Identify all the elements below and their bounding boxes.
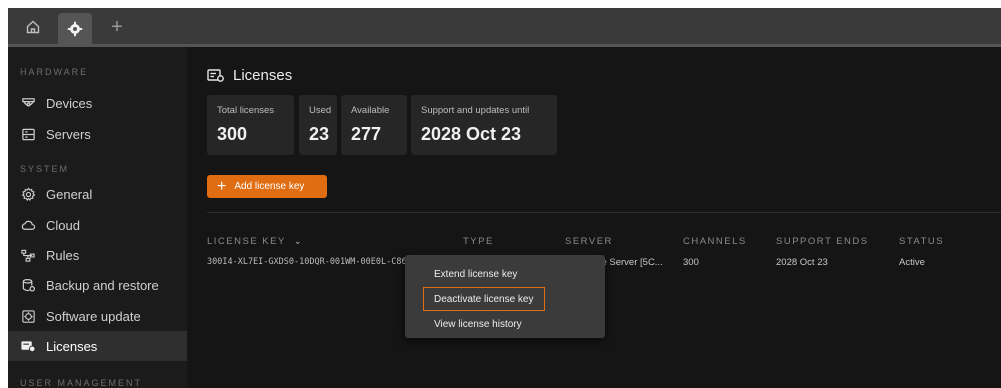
sidebar-item-label: Servers — [46, 126, 91, 142]
license-icon — [207, 68, 225, 84]
summary-label: Used — [309, 105, 332, 116]
cell-channels: 300 — [683, 257, 699, 268]
summary-label: Available — [351, 105, 390, 116]
column-license-key[interactable]: LICENSE KEY ⌄ — [207, 236, 303, 247]
page-title: Licenses — [207, 67, 292, 84]
section-hardware: HARDWARE — [20, 67, 89, 77]
cell-status: Active — [899, 257, 925, 268]
summary-card-used: Used 23 — [299, 95, 337, 155]
app-window: + HARDWARE Devices Servers SYSTEM Genera… — [8, 8, 1001, 388]
summary-value: 2028 Oct 23 — [421, 124, 522, 144]
section-user-management: USER MANAGEMENT — [20, 378, 143, 388]
sidebar-item-label: Rules — [46, 247, 80, 263]
gear-icon — [67, 21, 83, 36]
summary-value: 277 — [351, 124, 382, 144]
summary-card-available: Available 277 — [341, 95, 407, 155]
cell-license-key: 300I4-XL7EI-GXDS0-10DQR-001WM-00E0L-C86M… — [207, 257, 417, 267]
sidebar: HARDWARE Devices Servers SYSTEM General … — [8, 47, 187, 388]
add-license-key-label: Add license key — [234, 181, 305, 192]
summary-value: 300 — [217, 124, 248, 144]
chevron-down-icon: ⌄ — [293, 236, 304, 247]
menu-item-deactivate-license-key[interactable]: Deactivate license key — [423, 287, 545, 311]
summary-card-support: Support and updates until 2028 Oct 23 — [411, 95, 557, 155]
sidebar-item-label: Backup and restore — [46, 277, 159, 293]
sidebar-item-licenses[interactable]: Licenses — [8, 331, 187, 361]
server-icon — [20, 126, 36, 142]
sidebar-item-cloud[interactable]: Cloud — [8, 210, 187, 240]
page-title-text: Licenses — [233, 67, 293, 84]
summary-label: Total licenses — [217, 105, 275, 116]
sidebar-item-label: Devices — [46, 95, 93, 111]
gear-icon — [20, 186, 36, 202]
sidebar-item-software-update[interactable]: Software update — [8, 301, 187, 331]
tab-settings[interactable] — [58, 13, 92, 44]
section-system: SYSTEM — [20, 164, 70, 174]
update-icon — [20, 308, 36, 324]
context-menu: Extend license key Deactivate license ke… — [405, 255, 605, 338]
sidebar-item-servers[interactable]: Servers — [8, 119, 187, 149]
sidebar-item-backup[interactable]: Backup and restore — [8, 270, 187, 300]
summary-card-total: Total licenses 300 — [207, 95, 294, 155]
plus-icon: + — [217, 177, 227, 195]
column-type[interactable]: TYPE — [463, 236, 494, 247]
divider — [207, 212, 1001, 213]
summary-value: 23 — [309, 124, 330, 144]
sidebar-item-label: Cloud — [46, 217, 80, 233]
backup-icon — [20, 277, 36, 293]
camera-icon — [20, 95, 36, 111]
sidebar-item-label: Licenses — [46, 338, 98, 354]
column-status[interactable]: STATUS — [899, 236, 944, 247]
rules-icon — [20, 247, 36, 263]
home-icon — [26, 20, 40, 34]
column-support-ends[interactable]: SUPPORT ENDS — [776, 236, 869, 247]
tab-home[interactable] — [16, 13, 50, 41]
new-tab-button[interactable]: + — [100, 13, 134, 41]
license-icon — [20, 338, 36, 354]
sidebar-item-general[interactable]: General — [8, 179, 187, 209]
cell-support-ends: 2028 Oct 23 — [776, 257, 828, 268]
column-channels[interactable]: CHANNELS — [683, 236, 747, 247]
summary-label: Support and updates until — [421, 105, 530, 116]
menu-item-extend-license-key[interactable]: Extend license key — [405, 262, 605, 286]
sidebar-item-label: Software update — [46, 308, 141, 324]
column-server[interactable]: SERVER — [565, 236, 613, 247]
tab-bar: + — [8, 8, 1001, 47]
sidebar-item-devices[interactable]: Devices — [8, 88, 187, 118]
add-license-key-button[interactable]: + Add license key — [207, 175, 327, 198]
sidebar-item-rules[interactable]: Rules — [8, 240, 187, 270]
sidebar-item-label: General — [46, 186, 93, 202]
cloud-icon — [20, 217, 36, 233]
menu-item-view-license-history[interactable]: View license history — [405, 312, 605, 336]
